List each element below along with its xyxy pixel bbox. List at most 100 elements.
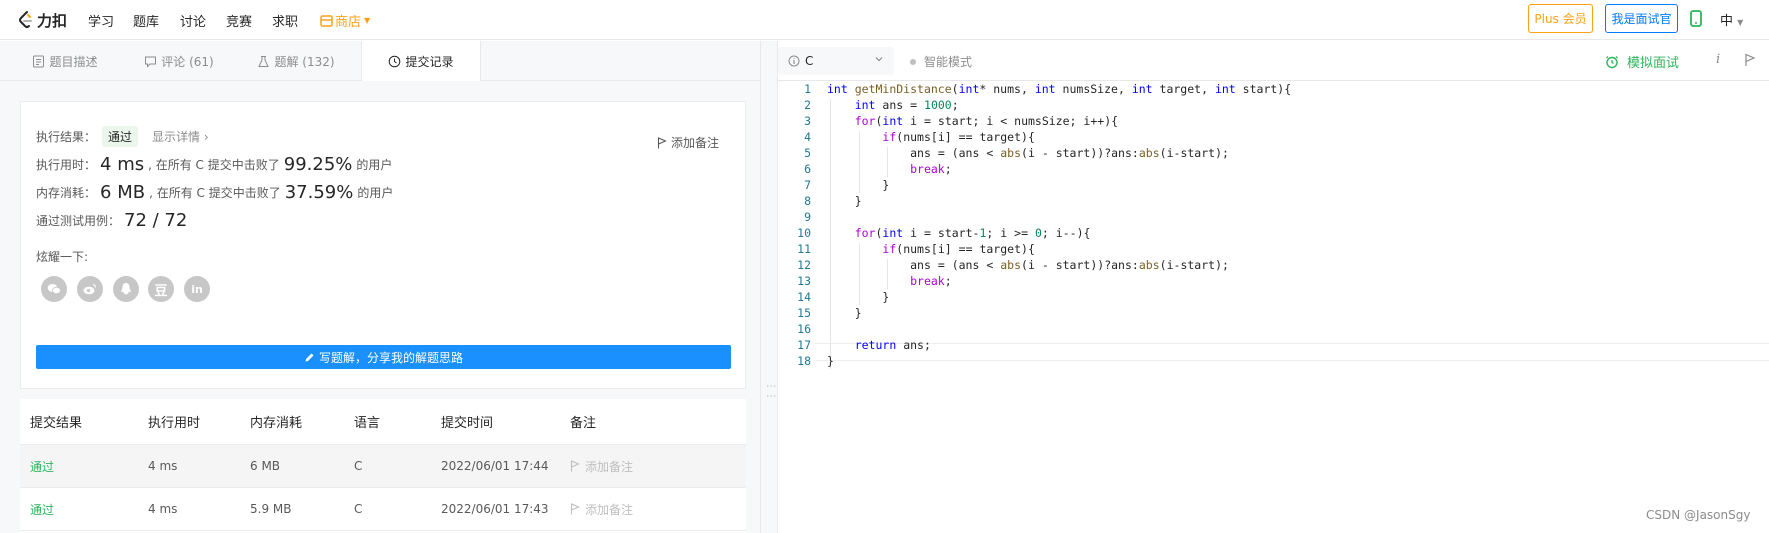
line-number: 16	[797, 322, 811, 336]
line-number: 12	[797, 258, 811, 272]
code-line[interactable]: }	[827, 178, 889, 192]
code-line[interactable]: for(int i = start; i < numsSize; i++){	[827, 114, 1118, 128]
comment-icon	[145, 56, 157, 68]
line-number: 7	[804, 178, 811, 192]
runtime-label: 执行用时：	[36, 158, 97, 172]
code-line[interactable]: }	[827, 354, 834, 368]
memory-label: 内存消耗：	[36, 186, 97, 200]
code-line[interactable]: break;	[827, 274, 952, 288]
tab-comments[interactable]: 评论 (61)	[134, 41, 224, 81]
line-number: 9	[804, 210, 811, 224]
line-number: 4	[804, 130, 811, 144]
submission-panel: 执行结果： 通过 显示详情 › 添加备注 执行用时： 4 ms , 在所有 C …	[0, 81, 760, 533]
memory-text: , 在所有 C 提交中击败了	[149, 186, 281, 200]
write-solution-button[interactable]: 写题解，分享我的解题思路	[36, 345, 731, 369]
header-submit-time: 提交时间	[441, 416, 494, 431]
row-status[interactable]: 通过	[30, 488, 54, 530]
line-number: 6	[804, 162, 811, 176]
code-editor[interactable]: 1 int getMinDistance(int* nums, int numsS…	[778, 81, 1769, 533]
code-line[interactable]: ans = (ans < abs(i - start))?ans:abs(i-s…	[827, 146, 1229, 160]
code-line[interactable]: }	[827, 194, 862, 208]
linkedin-share-icon[interactable]: in	[184, 276, 210, 302]
line-number: 13	[797, 274, 811, 288]
tab-submissions[interactable]: 提交记录	[361, 41, 481, 82]
row-add-note-label: 添加备注	[585, 502, 634, 517]
tab-solutions-label: 题解 (132)	[274, 54, 335, 69]
panel-resize-handle[interactable]: ⋮⋮	[760, 41, 778, 533]
status-badge: 通过	[102, 126, 139, 147]
row-memory: 6 MB	[250, 459, 281, 473]
nav-learn[interactable]: 学习	[88, 11, 114, 30]
mock-interview-button[interactable]: 模拟面试	[1605, 52, 1679, 71]
leetcode-logo[interactable]: 力扣	[18, 10, 67, 30]
add-note-button[interactable]: 添加备注	[657, 134, 719, 151]
row-language: C	[354, 502, 363, 516]
header-note: 备注	[570, 416, 597, 431]
mobile-app-icon[interactable]	[1690, 10, 1702, 27]
flag-icon	[570, 460, 580, 472]
info-icon[interactable]: i	[1716, 52, 1720, 67]
nav-store[interactable]: 商店 ▼	[320, 11, 370, 30]
code-line[interactable]: break;	[827, 162, 952, 176]
code-line[interactable]: ans = (ans < abs(i - start))?ans:abs(i-s…	[827, 258, 1229, 272]
weibo-share-icon[interactable]	[77, 276, 103, 302]
table-row[interactable]: 通过 4 ms 5.9 MB C 2022/06/01 17:43 添加备注	[20, 488, 746, 531]
line-number: 11	[797, 242, 811, 256]
top-navbar: 力扣 学习 题库 讨论 竞赛 求职 商店 ▼ Plus 会员 我是面试官 中 ▼	[0, 0, 1769, 40]
show-details-link[interactable]: 显示详情 ›	[152, 128, 209, 145]
status-dot-icon	[910, 58, 916, 65]
douban-share-icon[interactable]: 豆	[148, 276, 174, 302]
code-line[interactable]: int ans = 1000;	[827, 98, 959, 112]
row-language: C	[354, 459, 363, 473]
row-add-note[interactable]: 添加备注	[570, 488, 633, 530]
tab-comments-label: 评论 (61)	[161, 54, 214, 69]
memory-percentile: 37.59%	[284, 182, 354, 203]
smart-mode-toggle[interactable]: 智能模式	[910, 53, 972, 70]
wechat-share-icon[interactable]	[41, 276, 67, 302]
line-number: 18	[797, 354, 811, 368]
smart-mode-label: 智能模式	[924, 55, 973, 69]
tab-submissions-label: 提交记录	[405, 55, 454, 69]
code-line[interactable]: int getMinDistance(int* nums, int numsSi…	[827, 82, 1291, 96]
language-switch[interactable]: 中 ▼	[1720, 10, 1743, 29]
testcases-label: 通过测试用例：	[36, 214, 121, 228]
row-submit-time: 2022/06/01 17:43	[441, 502, 549, 516]
tab-description-label: 题目描述	[49, 54, 98, 69]
code-line[interactable]: }	[827, 290, 889, 304]
code-line[interactable]: if(nums[i] == target){	[827, 130, 1034, 144]
weibo-icon	[83, 283, 97, 295]
nav-discuss[interactable]: 讨论	[180, 11, 206, 30]
plus-member-button[interactable]: Plus 会员	[1528, 4, 1593, 33]
row-status[interactable]: 通过	[30, 445, 54, 487]
nav-contest[interactable]: 竞赛	[226, 11, 252, 30]
flag-outline-icon[interactable]	[1744, 53, 1756, 67]
line-number: 3	[804, 114, 811, 128]
show-details-label: 显示详情	[152, 130, 201, 144]
store-label: 商店	[335, 15, 362, 30]
row-memory: 5.9 MB	[250, 502, 292, 516]
interviewer-button[interactable]: 我是面试官	[1605, 4, 1678, 33]
editor-toolbar: C 智能模式 模拟面试 i	[778, 41, 1769, 81]
nav-jobs[interactable]: 求职	[272, 11, 298, 30]
tab-solutions[interactable]: 题解 (132)	[246, 41, 346, 81]
tab-description[interactable]: 题目描述	[20, 41, 110, 81]
qq-share-icon[interactable]	[113, 276, 139, 302]
code-line[interactable]: for(int i = start-1; i >= 0; i--){	[827, 226, 1091, 240]
code-line[interactable]: if(nums[i] == target){	[827, 242, 1034, 256]
memory-row: 内存消耗： 6 MB , 在所有 C 提交中击败了 37.59% 的用户	[36, 182, 393, 203]
code-line[interactable]: return ans;	[827, 338, 931, 352]
header-language: 语言	[354, 416, 381, 431]
pencil-icon	[305, 353, 314, 361]
row-add-note[interactable]: 添加备注	[570, 445, 633, 487]
line-number: 17	[797, 338, 811, 352]
table-header: 提交结果 执行用时 内存消耗 语言 提交时间 备注	[20, 399, 746, 445]
header-runtime: 执行用时	[148, 416, 201, 431]
language-select[interactable]: C	[778, 47, 894, 75]
nav-problemset[interactable]: 题库	[133, 11, 159, 30]
add-note-label: 添加备注	[670, 136, 719, 150]
exec-result-label: 执行结果：	[36, 130, 97, 144]
row-add-note-label: 添加备注	[585, 459, 634, 474]
table-row[interactable]: 通过 4 ms 6 MB C 2022/06/01 17:44 添加备注	[20, 445, 746, 488]
code-line[interactable]: }	[827, 306, 862, 320]
caret-down-icon: ▼	[1737, 18, 1744, 27]
